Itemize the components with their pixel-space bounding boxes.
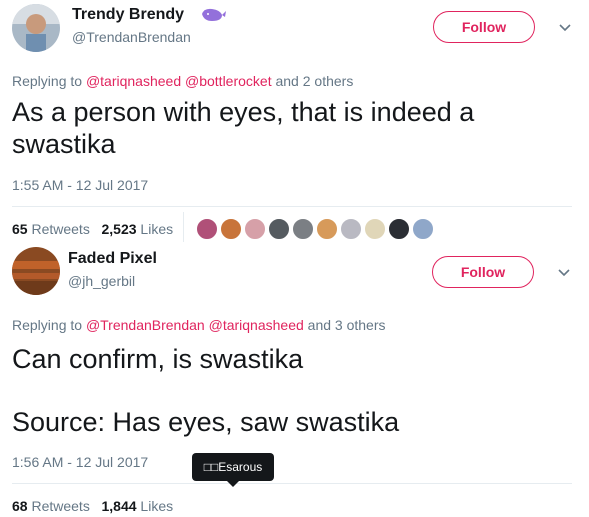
username[interactable]: @TrendanBrendan (72, 29, 191, 45)
tweet-text-line: As a person with eyes, that is indeed a (12, 97, 475, 127)
whale-icon (200, 5, 226, 28)
tweet-stats: 68 Retweets 1,844 Likes (12, 498, 173, 514)
mention-link[interactable]: @tariqnasheed (209, 317, 304, 333)
like-count[interactable]: 1,844 Likes (102, 498, 174, 514)
avatar[interactable] (196, 218, 218, 240)
avatar[interactable] (364, 218, 386, 240)
tooltip: □□Esarous (192, 453, 274, 481)
likers-avatars (196, 218, 436, 240)
replying-prefix: Replying to (12, 317, 86, 333)
divider (12, 206, 572, 207)
avatar[interactable] (316, 218, 338, 240)
follow-button[interactable]: Follow (433, 11, 535, 43)
replying-to: Replying to @TrendanBrendan @tariqnashee… (12, 317, 386, 333)
chevron-down-icon[interactable] (557, 20, 573, 36)
replying-suffix[interactable]: and 3 others (304, 317, 386, 333)
avatar[interactable] (268, 218, 290, 240)
avatar[interactable] (388, 218, 410, 240)
divider (12, 483, 572, 484)
avatar[interactable] (292, 218, 314, 240)
tweet-text-line: swastika (12, 129, 116, 159)
tweet-stats: 65 Retweets 2,523 Likes (12, 221, 173, 237)
follow-button[interactable]: Follow (432, 256, 534, 288)
like-count[interactable]: 2,523 Likes (102, 221, 174, 237)
divider (183, 212, 184, 242)
avatar[interactable] (244, 218, 266, 240)
replying-to: Replying to @tariqnasheed @bottlerocket … (12, 73, 353, 89)
avatar[interactable] (412, 218, 434, 240)
retweet-count[interactable]: 65 Retweets (12, 221, 90, 237)
timestamp[interactable]: 1:55 AM - 12 Jul 2017 (12, 177, 148, 193)
avatar[interactable] (340, 218, 362, 240)
avatar[interactable] (220, 218, 242, 240)
display-name[interactable]: Faded Pixel (68, 250, 157, 268)
tweet-text: As a person with eyes, that is indeed a … (12, 96, 474, 160)
tweet-text-line: Can confirm, is swastika (12, 344, 304, 374)
username[interactable]: @jh_gerbil (68, 273, 135, 289)
mention-link[interactable]: @tariqnasheed (86, 73, 181, 89)
display-name[interactable]: Trendy Brendy (72, 6, 184, 24)
tweet-text-line: Source: Has eyes, saw swastika (12, 407, 400, 437)
mention-link[interactable]: @TrendanBrendan (86, 317, 205, 333)
avatar[interactable] (12, 4, 60, 52)
avatar[interactable] (12, 247, 60, 295)
chevron-down-icon[interactable] (556, 265, 572, 281)
retweet-count[interactable]: 68 Retweets (12, 498, 90, 514)
mention-link[interactable]: @bottlerocket (185, 73, 272, 89)
timestamp[interactable]: 1:56 AM - 12 Jul 2017 (12, 454, 148, 470)
tooltip-arrow (227, 481, 239, 487)
replying-prefix: Replying to (12, 73, 86, 89)
replying-suffix[interactable]: and 2 others (272, 73, 353, 89)
